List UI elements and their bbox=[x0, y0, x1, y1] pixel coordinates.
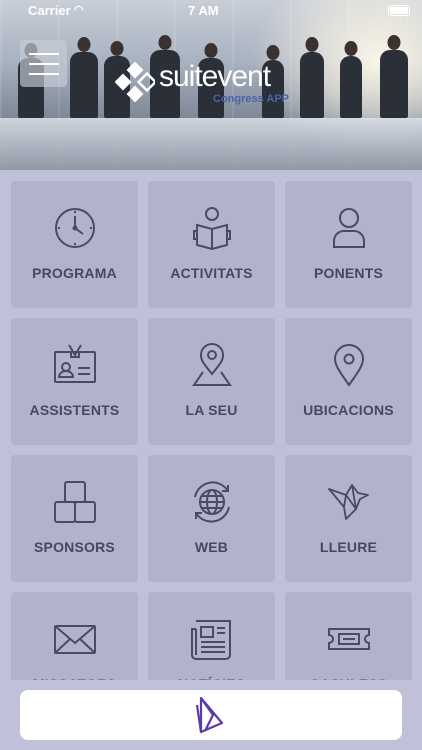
person-reading-icon bbox=[192, 207, 231, 251]
tile-ubicacions[interactable]: UBICACIONS bbox=[285, 318, 412, 445]
logo-subtitle: Congress APP bbox=[213, 93, 290, 105]
menu-button[interactable] bbox=[20, 40, 67, 87]
origami-bird-icon bbox=[327, 484, 369, 520]
tile-label: ACTIVITATS bbox=[170, 265, 253, 281]
header-banner: Carrier ◠ 7 AM suitevent Congress APP bbox=[0, 0, 422, 170]
tile-lleure[interactable]: LLEURE bbox=[285, 455, 412, 582]
globe-refresh-icon bbox=[193, 481, 230, 523]
clock-icon bbox=[54, 208, 95, 248]
banner-table bbox=[0, 118, 422, 170]
status-time: 7 AM bbox=[188, 3, 219, 18]
carrier-label: Carrier bbox=[28, 3, 71, 18]
tile-label: UBICACIONS bbox=[303, 402, 394, 418]
tile-programa[interactable]: PROGRAMA bbox=[11, 181, 138, 308]
boxes-icon bbox=[53, 481, 96, 523]
id-badge-icon bbox=[53, 344, 96, 383]
tile-web[interactable]: WEB bbox=[148, 455, 275, 582]
tile-label: WEB bbox=[194, 539, 229, 555]
menu-line bbox=[28, 62, 59, 65]
tile-label: LLEURE bbox=[319, 539, 378, 555]
location-pin-icon bbox=[333, 344, 364, 387]
tile-activitats[interactable]: ACTIVITATS bbox=[148, 181, 275, 308]
banner-figure bbox=[70, 52, 98, 118]
menu-grid: PROGRAMA ACTIVITATS PONENTS ASSISTENTS L… bbox=[11, 181, 412, 719]
battery-icon bbox=[388, 5, 410, 16]
tile-label: SPONSORS bbox=[34, 539, 115, 555]
sail-logo-icon bbox=[195, 696, 224, 734]
menu-line bbox=[28, 52, 59, 55]
newspaper-icon bbox=[190, 620, 231, 660]
tile-label: PROGRAMA bbox=[32, 265, 117, 281]
map-pin-icon bbox=[191, 343, 232, 386]
tile-la-seu[interactable]: LA SEU bbox=[148, 318, 275, 445]
bottom-bar bbox=[0, 680, 422, 750]
wifi-icon: ◠ bbox=[74, 4, 84, 16]
tile-label: PONENTS bbox=[313, 265, 384, 281]
logo-mark-icon bbox=[115, 62, 155, 102]
tile-sponsors[interactable]: SPONSORS bbox=[11, 455, 138, 582]
tile-ponents[interactable]: PONENTS bbox=[285, 181, 412, 308]
banner-figure bbox=[340, 56, 362, 118]
envelope-icon bbox=[53, 625, 96, 654]
logo-text: suitevent bbox=[159, 60, 271, 93]
tile-label: ASSISTENTS bbox=[29, 402, 120, 418]
footer-logo-button[interactable] bbox=[20, 690, 402, 740]
app-logo: suitevent Congress APP bbox=[115, 60, 305, 108]
ticket-icon bbox=[327, 628, 370, 650]
user-icon bbox=[332, 208, 365, 248]
menu-line bbox=[28, 72, 59, 75]
tile-assistents[interactable]: ASSISTENTS bbox=[11, 318, 138, 445]
banner-figure bbox=[380, 50, 408, 118]
tile-label: LA SEU bbox=[185, 402, 238, 418]
status-bar: Carrier ◠ 7 AM bbox=[0, 0, 422, 20]
